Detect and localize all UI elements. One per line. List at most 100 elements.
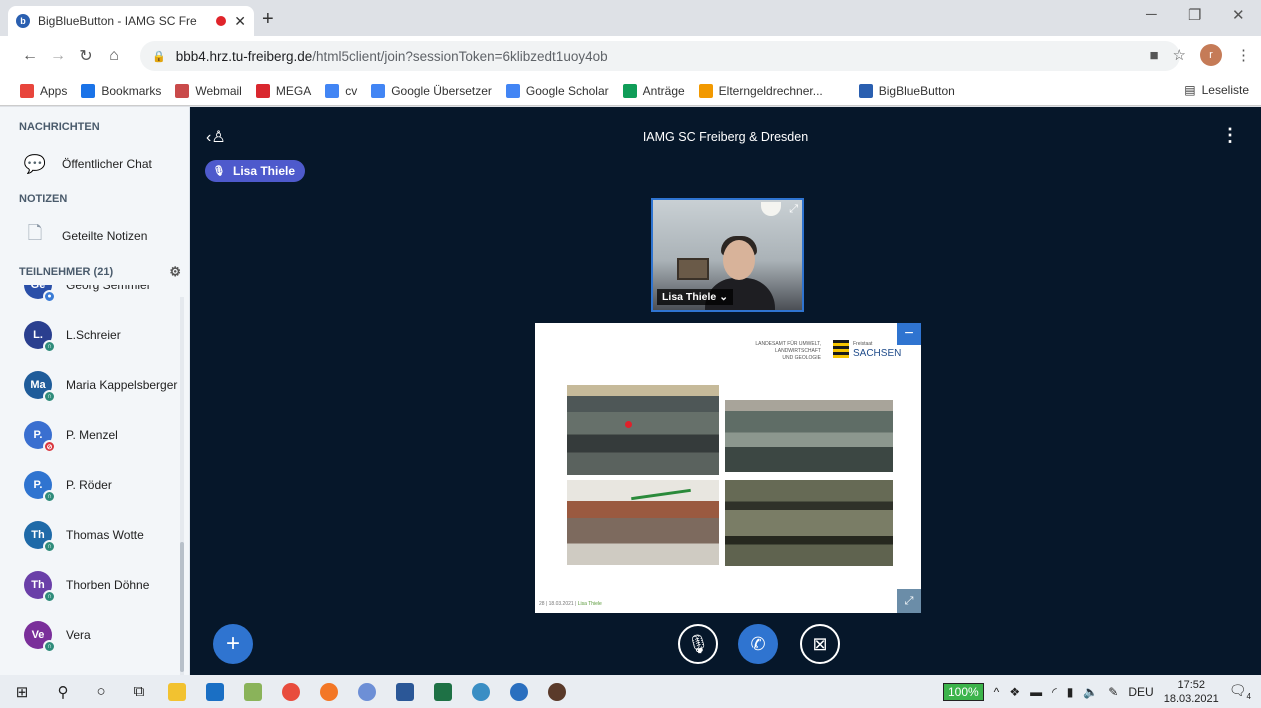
- participant-item[interactable]: Ma ∩ Maria Kappelsberger: [0, 360, 182, 410]
- file-explorer-icon[interactable]: [158, 675, 196, 708]
- drill-core-photo-1: [567, 385, 719, 475]
- language-indicator[interactable]: DEU: [1128, 685, 1153, 699]
- chat-icon: 💬: [23, 153, 47, 174]
- restore-window-button[interactable]: ❐: [1188, 6, 1201, 24]
- task-view-icon[interactable]: ⧉: [120, 675, 158, 708]
- participants-scrollbar[interactable]: [180, 297, 184, 675]
- photo-app-icon[interactable]: [234, 675, 272, 708]
- avatar: L. ∩: [24, 321, 56, 353]
- profile-avatar[interactable]: r: [1200, 44, 1222, 66]
- bookmark-item[interactable]: Anträge: [622, 83, 685, 98]
- leave-audio-button[interactable]: ✆: [738, 624, 778, 664]
- bookmark-item[interactable]: Apps: [20, 83, 68, 98]
- participant-name: Maria Kappelsberger: [66, 378, 178, 392]
- headphones-icon: ∩: [43, 490, 56, 503]
- excel-icon[interactable]: [424, 675, 462, 708]
- participant-item[interactable]: Ge ● Georg Semmler: [0, 285, 182, 310]
- drill-core-photo-2: [725, 400, 893, 472]
- participant-item[interactable]: P. ∩ P. Röder: [0, 460, 182, 510]
- participant-item[interactable]: P. ⊘ P. Menzel: [0, 410, 182, 460]
- wifi-icon[interactable]: ◜: [1052, 685, 1057, 699]
- browser-menu-icon[interactable]: ⋮: [1236, 46, 1251, 64]
- slide-footer: 28 | 18.03.2021 | Lisa Thiele: [539, 601, 602, 607]
- bookmark-label: MEGA: [275, 83, 312, 98]
- url-host: bbb4.hrz.tu-freiberg.de: [175, 48, 313, 64]
- bookmark-item[interactable]: Elterngeldrechner...: [698, 83, 823, 98]
- fullscreen-presentation-button[interactable]: ⤢: [897, 589, 921, 613]
- minimize-window-button[interactable]: ─: [1146, 6, 1157, 23]
- clock[interactable]: 17:52 18.03.2021: [1164, 678, 1219, 706]
- meeting-title: IAMG SC Freiberg & Dresden: [642, 130, 809, 144]
- headphones-icon: ∩: [43, 390, 56, 403]
- actions-plus-button[interactable]: +: [213, 624, 253, 664]
- participant-item[interactable]: Ve ∩ Vera: [0, 610, 182, 660]
- bookmark-item[interactable]: BigBlueButton: [858, 83, 955, 98]
- close-window-button[interactable]: ✕: [1232, 6, 1245, 24]
- new-tab-button[interactable]: +: [262, 8, 274, 31]
- participant-item[interactable]: Th ∩ Thorben Döhne: [0, 560, 182, 610]
- headphones-icon: ∩: [43, 640, 56, 653]
- mail-app-icon[interactable]: [196, 675, 234, 708]
- network-icon[interactable]: ▬: [1030, 685, 1042, 699]
- sidebar: NACHRICHTEN 💬 Öffentlicher Chat NOTIZEN …: [0, 107, 190, 675]
- forward-button[interactable]: →: [44, 47, 72, 65]
- bookmark-item[interactable]: Google Scholar: [505, 83, 609, 98]
- bookmark-label: Anträge: [642, 83, 685, 98]
- dropbox-icon[interactable]: ❖: [1009, 685, 1020, 699]
- bookmark-item[interactable]: Bookmarks: [81, 83, 161, 98]
- word-icon[interactable]: [386, 675, 424, 708]
- participant-item[interactable]: Th ∩ Thomas Wotte: [0, 510, 182, 560]
- bookmark-item[interactable]: cv: [325, 83, 357, 98]
- elterngeld-icon: [698, 83, 713, 98]
- game-app-icon[interactable]: [538, 675, 576, 708]
- windows-start-icon[interactable]: ⊞: [0, 675, 44, 708]
- globe-app-icon[interactable]: [500, 675, 538, 708]
- share-webcam-button[interactable]: ⊠: [800, 624, 840, 664]
- saxony-crest-icon: [833, 340, 849, 358]
- tray-chevron-icon[interactable]: ^: [994, 685, 1000, 699]
- close-tab-icon[interactable]: ✕: [234, 13, 246, 30]
- reading-list-button[interactable]: ▤ Leseliste: [1184, 83, 1249, 97]
- bbb-icon: [858, 83, 873, 98]
- participant-item[interactable]: L. ∩ L.Schreier: [0, 310, 182, 360]
- search-icon[interactable]: ⚲: [44, 675, 82, 708]
- camera-indicator-icon[interactable]: ■: [1149, 47, 1158, 64]
- bookmark-label: Apps: [40, 83, 68, 98]
- address-bar[interactable]: 🔒 bbb4.hrz.tu-freiberg.de/html5client/jo…: [140, 41, 1180, 71]
- volume-icon[interactable]: 🔈: [1083, 685, 1098, 699]
- bookmark-item[interactable]: Webmail: [175, 83, 242, 98]
- webcam-video[interactable]: ⤢ Lisa Thiele ⌄: [651, 198, 804, 312]
- talking-indicator[interactable]: 🎙 Lisa Thiele: [205, 160, 306, 182]
- meeting-area: ‹♙ IAMG SC Freiberg & Dresden ⋮ 🎙 Lisa T…: [190, 107, 1261, 675]
- participants-header: TEILNEHMER (21) ⚙: [0, 257, 189, 287]
- magnifier-app-icon[interactable]: [462, 675, 500, 708]
- reload-button[interactable]: ↻: [72, 46, 100, 66]
- webcam-user-name[interactable]: Lisa Thiele ⌄: [657, 289, 733, 305]
- usb-icon[interactable]: ▮: [1067, 685, 1074, 699]
- r-app-icon[interactable]: [348, 675, 386, 708]
- bookmark-item[interactable]: MEGA: [255, 83, 312, 98]
- avatar: P. ⊘: [24, 421, 56, 453]
- battery-indicator[interactable]: 100%: [942, 682, 984, 701]
- browser-tab[interactable]: b BigBlueButton - IAMG SC Fre ✕: [8, 6, 254, 36]
- recording-icon: [216, 16, 227, 26]
- participants-title: TEILNEHMER (21): [19, 266, 114, 278]
- pen-icon[interactable]: ✎: [1108, 685, 1118, 699]
- shared-notes-item[interactable]: 🗋 Geteilte Notizen: [0, 215, 189, 257]
- mega-icon: [255, 83, 270, 98]
- mute-microphone-button[interactable]: 🎙: [678, 624, 718, 664]
- back-button[interactable]: ←: [16, 47, 44, 65]
- public-chat-item[interactable]: 💬 Öffentlicher Chat: [0, 143, 189, 185]
- bookmark-item[interactable]: Google Übersetzer: [371, 83, 492, 98]
- cortana-icon[interactable]: ○: [82, 675, 120, 708]
- bookmark-star-icon[interactable]: ☆: [1173, 46, 1186, 64]
- home-button[interactable]: ⌂: [100, 47, 128, 65]
- jupyter-icon[interactable]: [310, 675, 348, 708]
- options-menu-icon[interactable]: ⋮: [1221, 125, 1239, 146]
- notification-center-icon[interactable]: 🗨4: [1229, 682, 1251, 701]
- fullscreen-icon[interactable]: ⤢: [789, 203, 798, 216]
- settings-gear-icon[interactable]: ⚙: [169, 264, 181, 280]
- chrome-icon[interactable]: [272, 675, 310, 708]
- avatar: Th ∩: [24, 521, 56, 553]
- windows-taskbar: ⊞ ⚲ ○ ⧉ 100% ^ ❖ ▬ ◜ ▮ 🔈 ✎ DEU 17:52 18.…: [0, 675, 1261, 708]
